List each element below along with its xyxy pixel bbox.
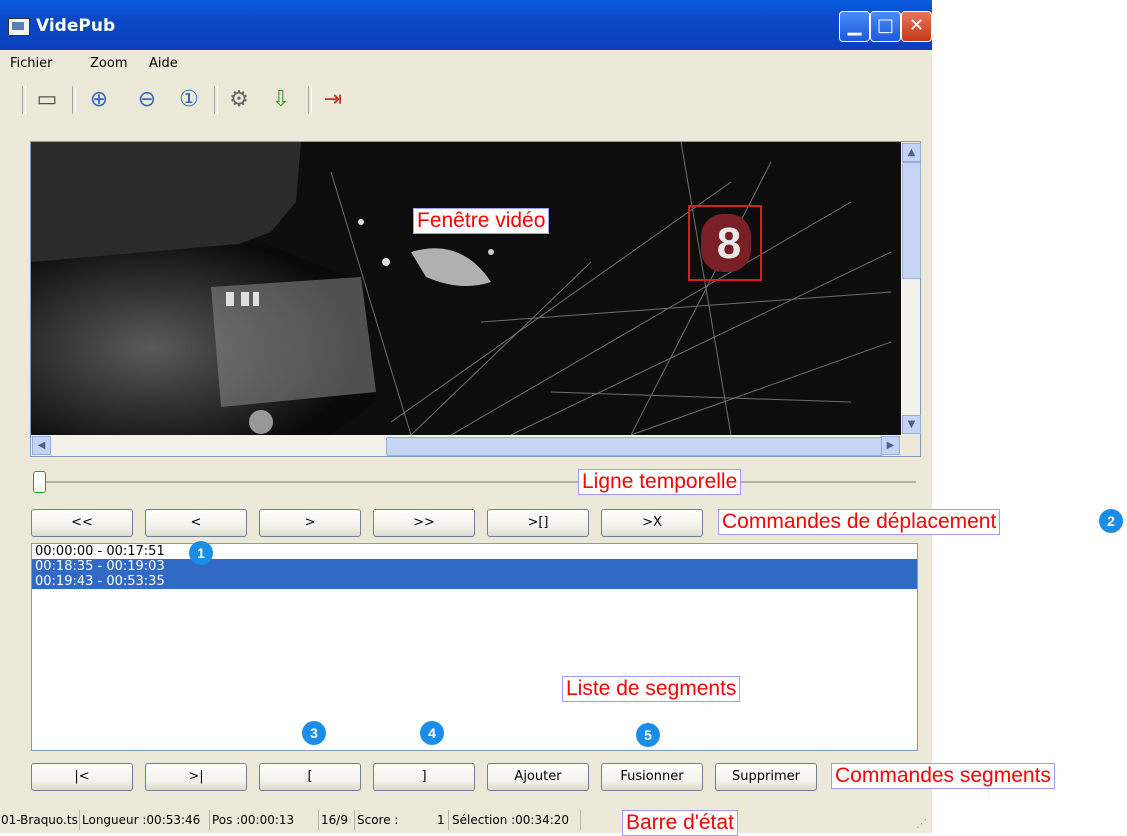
mark-out-button[interactable]: ] — [373, 763, 475, 791]
status-selection: Sélection :00:34:20 — [452, 813, 570, 827]
add-segment-button[interactable]: Ajouter — [487, 763, 589, 791]
toolbar-separator — [22, 86, 26, 114]
timeline-slider[interactable] — [33, 471, 916, 493]
zoom-out-icon[interactable]: ⊖ — [132, 85, 162, 115]
status-separator — [318, 810, 319, 830]
delete-segment-button[interactable]: Supprimer — [715, 763, 817, 791]
badge-2: 2 — [1099, 509, 1123, 533]
scroll-right-icon[interactable]: ▶ — [881, 436, 900, 455]
open-icon[interactable]: ▭ — [32, 85, 62, 115]
toolbar-separator — [308, 86, 312, 114]
exit-icon[interactable]: ⇥ — [318, 85, 348, 115]
toolbar-separator — [72, 86, 76, 114]
next-segment-button[interactable]: >[] — [487, 509, 589, 537]
status-separator — [209, 810, 210, 830]
maximize-button[interactable]: □ — [870, 11, 901, 42]
minimize-button[interactable]: ▁ — [839, 11, 870, 42]
zoom-reset-icon[interactable]: ① — [174, 85, 204, 115]
timeline-handle[interactable] — [33, 471, 46, 493]
status-separator — [580, 810, 581, 830]
badge-4: 4 — [420, 721, 444, 745]
channel-logo: 8 — [716, 219, 742, 268]
status-separator — [79, 810, 80, 830]
minimize-icon: ▁ — [847, 15, 862, 36]
status-separator — [448, 810, 449, 830]
close-icon: ✕ — [908, 15, 925, 36]
maximize-icon: □ — [876, 15, 894, 36]
app-window: VidePub ▁ □ ✕ Fichier Zoom Aide ▭ ⊕ ⊖ ① … — [0, 0, 932, 833]
app-icon — [8, 18, 30, 36]
list-item[interactable]: 00:19:43 - 00:53:35 — [32, 574, 917, 589]
merge-segments-button[interactable]: Fusionner — [601, 763, 703, 791]
horizontal-scroll-thumb[interactable] — [386, 437, 883, 456]
save-icon[interactable]: ⇩ — [266, 85, 296, 115]
menu-aide[interactable]: Aide — [149, 56, 178, 71]
segment-list[interactable]: 00:00:00 - 00:17:51 00:18:35 - 00:19:03 … — [31, 543, 918, 751]
settings-icon[interactable]: ⚙ — [224, 85, 254, 115]
timeline-track — [33, 481, 916, 483]
status-ratio: 16/9 — [321, 813, 348, 827]
rewind-fast-button[interactable]: << — [31, 509, 133, 537]
window-title: VidePub — [36, 16, 116, 36]
scroll-down-icon[interactable]: ▼ — [902, 415, 921, 434]
status-length: Longueur :00:53:46 — [82, 813, 201, 827]
vertical-scrollbar[interactable]: ▲ ▼ — [901, 142, 921, 435]
scroll-left-icon[interactable]: ◀ — [32, 436, 51, 455]
annotation-move-commands: Commandes de déplacement — [718, 509, 1001, 535]
scroll-corner — [901, 435, 920, 456]
toolbar-separator — [214, 86, 218, 114]
next-cut-button[interactable]: >X — [601, 509, 703, 537]
status-separator — [354, 810, 355, 830]
go-end-button[interactable]: >| — [145, 763, 247, 791]
annotation-segments: Liste de segments — [562, 676, 741, 702]
menu-bar: Fichier Zoom Aide — [0, 50, 932, 76]
annotation-video: Fenêtre vidéo — [413, 208, 550, 234]
list-item[interactable]: 00:18:35 - 00:19:03 — [32, 559, 917, 574]
video-image — [31, 142, 901, 435]
forward-fast-button[interactable]: >> — [373, 509, 475, 537]
menu-zoom[interactable]: Zoom — [90, 56, 127, 71]
status-position: Pos :00:00:13 — [212, 813, 295, 827]
menu-fichier[interactable]: Fichier — [10, 56, 53, 71]
vertical-scroll-thumb[interactable] — [902, 162, 921, 279]
toolbar: ▭ ⊕ ⊖ ① ⚙ ⇩ ⇥ — [0, 78, 932, 123]
status-bar: 01-Braquo.ts Longueur :00:53:46 Pos :00:… — [0, 805, 932, 833]
list-item[interactable]: 00:00:00 - 00:17:51 — [32, 544, 917, 559]
status-score-label: Score : — [357, 813, 399, 827]
status-score-value: 1 — [437, 813, 445, 827]
status-file: 01-Braquo.ts — [1, 813, 78, 827]
annotation-timeline: Ligne temporelle — [578, 469, 742, 495]
video-window: Fenêtre vidéo 8 ▲ ▼ ◀ ▶ — [30, 141, 921, 457]
rewind-button[interactable]: < — [145, 509, 247, 537]
annotation-segment-commands: Commandes segments — [831, 763, 1055, 789]
title-bar[interactable]: VidePub ▁ □ ✕ — [0, 0, 932, 50]
forward-button[interactable]: > — [259, 509, 361, 537]
go-start-button[interactable]: |< — [31, 763, 133, 791]
zoom-in-icon[interactable]: ⊕ — [84, 85, 114, 115]
badge-3: 3 — [302, 721, 326, 745]
mark-in-button[interactable]: [ — [259, 763, 361, 791]
horizontal-scrollbar[interactable]: ◀ ▶ — [31, 435, 901, 456]
scroll-up-icon[interactable]: ▲ — [902, 143, 921, 162]
badge-1: 1 — [189, 541, 213, 565]
close-button[interactable]: ✕ — [901, 11, 932, 42]
annotation-status: Barre d'état — [622, 810, 738, 836]
video-frame: Fenêtre vidéo 8 — [31, 142, 901, 435]
resize-grip-icon[interactable]: ⋰ — [916, 817, 927, 830]
badge-5: 5 — [636, 723, 660, 747]
